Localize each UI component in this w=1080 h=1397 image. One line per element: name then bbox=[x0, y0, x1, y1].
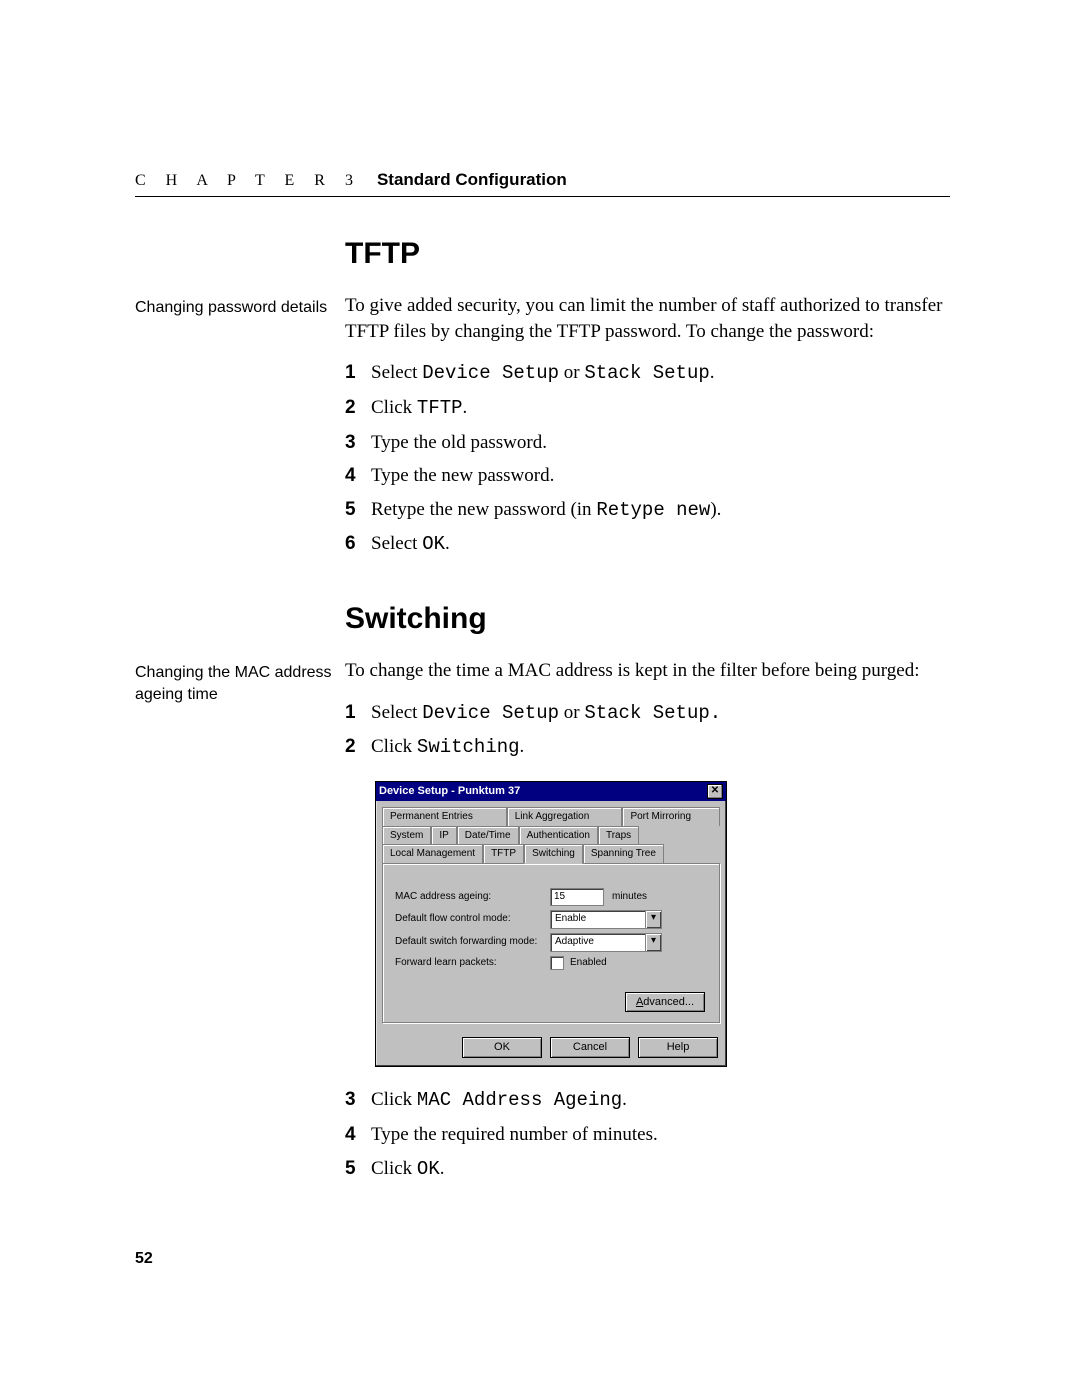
section-body-tftp: To give added security, you can limit th… bbox=[345, 293, 950, 566]
step-item: 1Select Device Setup or Stack Setup. bbox=[345, 360, 950, 387]
label-flow-control: Default flow control mode: bbox=[395, 912, 550, 926]
tab-local-management[interactable]: Local Management bbox=[382, 844, 483, 863]
step-item: 2Click TFTP. bbox=[345, 395, 950, 422]
section-body-switching: To change the time a MAC address is kept… bbox=[345, 658, 950, 1190]
chevron-down-icon: ▾ bbox=[645, 911, 661, 928]
input-mac-ageing[interactable]: 15 bbox=[550, 888, 604, 906]
tab-switching[interactable]: Switching bbox=[524, 844, 583, 864]
ok-button[interactable]: OK bbox=[462, 1037, 542, 1058]
tab-link-aggregation[interactable]: Link Aggregation bbox=[507, 807, 623, 826]
chevron-down-icon: ▾ bbox=[645, 934, 661, 951]
checkbox-forward-learn[interactable] bbox=[550, 956, 564, 970]
step-item: 6Select OK. bbox=[345, 531, 950, 558]
window-title: Device Setup - Punktum 37 bbox=[379, 784, 520, 799]
help-button[interactable]: Help bbox=[638, 1037, 718, 1058]
label-forward-learn: Forward learn packets: bbox=[395, 956, 550, 970]
titlebar[interactable]: Device Setup - Punktum 37 ✕ bbox=[376, 782, 726, 801]
tab-ip[interactable]: IP bbox=[431, 826, 456, 845]
section-heading-tftp: TFTP bbox=[345, 237, 950, 271]
section-heading-switching: Switching bbox=[345, 602, 950, 636]
advanced-button[interactable]: Advanced... bbox=[625, 992, 705, 1013]
step-item: 4Type the new password. bbox=[345, 463, 950, 489]
tabstrip: Permanent Entries Link Aggregation Port … bbox=[376, 801, 726, 863]
tab-traps[interactable]: Traps bbox=[598, 826, 639, 845]
label-mac-ageing: MAC address ageing: bbox=[395, 890, 550, 904]
label-forwarding-mode: Default switch forwarding mode: bbox=[395, 935, 550, 949]
steps-list-switching-b: 3Click MAC Address Ageing. 4Type the req… bbox=[345, 1087, 950, 1182]
unit-minutes: minutes bbox=[612, 890, 647, 904]
tab-tftp[interactable]: TFTP bbox=[483, 844, 524, 863]
intro-text: To change the time a MAC address is kept… bbox=[345, 658, 950, 684]
select-flow-control[interactable]: Enable ▾ bbox=[550, 910, 662, 929]
step-item: 5Retype the new password (in Retype new)… bbox=[345, 497, 950, 524]
device-setup-window: Device Setup - Punktum 37 ✕ Permanent En… bbox=[375, 781, 727, 1067]
tab-permanent-entries[interactable]: Permanent Entries bbox=[382, 807, 507, 826]
steps-list-tftp: 1Select Device Setup or Stack Setup. 2Cl… bbox=[345, 360, 950, 558]
chapter-label: C H A P T E R 3 bbox=[135, 172, 361, 190]
cancel-button[interactable]: Cancel bbox=[550, 1037, 630, 1058]
tab-panel-switching: MAC address ageing: 15 minutes Default f… bbox=[382, 863, 720, 1024]
step-item: 1Select Device Setup or Stack Setup. bbox=[345, 700, 950, 727]
step-item: 3Type the old password. bbox=[345, 430, 950, 456]
page-number: 52 bbox=[135, 1250, 950, 1268]
dialog-button-row: OK Cancel Help bbox=[376, 1029, 726, 1066]
tab-spanning-tree[interactable]: Spanning Tree bbox=[583, 844, 664, 863]
tab-port-mirroring[interactable]: Port Mirroring bbox=[622, 807, 720, 826]
sidenote-switching: Changing the MAC address ageing time bbox=[135, 658, 335, 1190]
sidenote-tftp: Changing password details bbox=[135, 293, 335, 566]
dialog-screenshot: Device Setup - Punktum 37 ✕ Permanent En… bbox=[375, 781, 950, 1067]
tab-system[interactable]: System bbox=[382, 826, 431, 845]
step-item: 4Type the required number of minutes. bbox=[345, 1122, 950, 1148]
select-forwarding-mode[interactable]: Adaptive ▾ bbox=[550, 933, 662, 952]
chapter-title: Standard Configuration bbox=[377, 170, 567, 190]
steps-list-switching-a: 1Select Device Setup or Stack Setup. 2Cl… bbox=[345, 700, 950, 761]
step-item: 3Click MAC Address Ageing. bbox=[345, 1087, 950, 1114]
close-icon[interactable]: ✕ bbox=[707, 784, 723, 799]
checkbox-label: Enabled bbox=[570, 956, 607, 970]
tab-authentication[interactable]: Authentication bbox=[519, 826, 598, 845]
step-item: 5Click OK. bbox=[345, 1156, 950, 1183]
running-header: C H A P T E R 3 Standard Configuration bbox=[135, 170, 950, 197]
step-item: 2Click Switching. bbox=[345, 734, 950, 761]
tab-datetime[interactable]: Date/Time bbox=[457, 826, 519, 845]
intro-text: To give added security, you can limit th… bbox=[345, 293, 950, 344]
page: C H A P T E R 3 Standard Configuration T… bbox=[0, 0, 1080, 1328]
